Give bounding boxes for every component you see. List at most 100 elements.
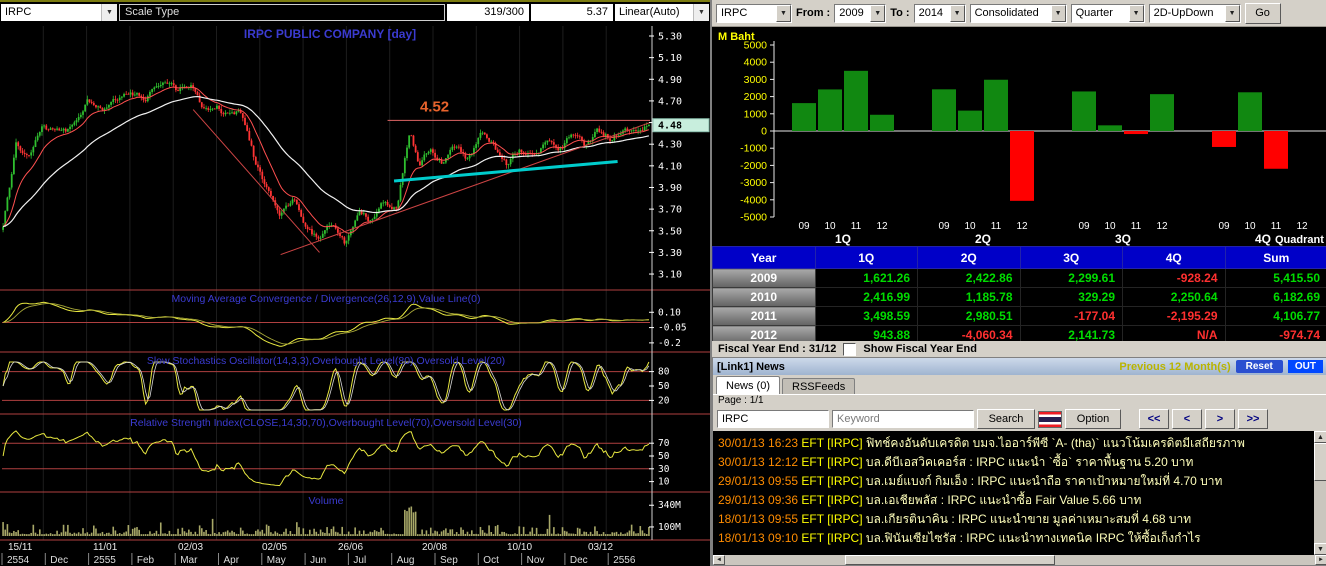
- scale-mode-combo[interactable]: Linear(Auto) ▼: [615, 3, 709, 21]
- financials-toolbar: IRPC ▼ From : 2009 ▼ To : 2014 ▼ Consoli…: [712, 0, 1326, 27]
- macd-label: Moving Average Convergence / Divergence(…: [172, 293, 481, 305]
- svg-text:4.10: 4.10: [658, 161, 682, 172]
- prev-page-button[interactable]: <: [1172, 409, 1202, 429]
- consolidated-combo[interactable]: Consolidated ▼: [969, 3, 1067, 23]
- svg-text:50: 50: [658, 381, 670, 392]
- svg-text:70: 70: [658, 438, 670, 449]
- scale-type-label: Scale Type: [125, 6, 180, 18]
- svg-text:Nov: Nov: [527, 555, 545, 566]
- to-year-value: 2014: [918, 7, 944, 19]
- show-fiscal-year-checkbox[interactable]: [843, 342, 857, 356]
- year-cell[interactable]: 2009: [712, 268, 816, 288]
- fiscal-year-row: Fiscal Year End : 31/12 Show Fiscal Year…: [712, 341, 1326, 357]
- scroll-track-horizontal[interactable]: [725, 555, 1315, 565]
- value-cell: -928.24: [1122, 268, 1226, 288]
- last-page-button[interactable]: >>: [1238, 409, 1268, 429]
- svg-text:0.10: 0.10: [658, 307, 681, 318]
- from-year-combo[interactable]: 2009 ▼: [834, 3, 887, 23]
- tab-rssfeeds[interactable]: RSSFeeds: [782, 378, 856, 394]
- out-button[interactable]: OUT: [1287, 360, 1323, 373]
- view-combo[interactable]: 2D-UpDown ▼: [1148, 3, 1241, 23]
- news-item[interactable]: 18/01/13 09:55 EFT [IRPC] บล.เกียรตินาคิ…: [718, 510, 1311, 529]
- scroll-thumb-horizontal[interactable]: [845, 555, 1055, 565]
- svg-text:1Q: 1Q: [835, 232, 851, 246]
- svg-text:10: 10: [964, 221, 976, 232]
- news-item[interactable]: 29/01/13 09:55 EFT [IRPC] บล.เมย์แบงก์ ก…: [718, 472, 1311, 491]
- scale-value-box: 5.37: [531, 3, 613, 21]
- svg-text:Apr: Apr: [224, 555, 240, 566]
- scroll-thumb-vertical[interactable]: [1314, 443, 1326, 481]
- scroll-down-icon[interactable]: ▼: [1314, 543, 1326, 555]
- scroll-right-icon[interactable]: ►: [1315, 555, 1326, 565]
- quarterly-results-table: Year 1Q 2Q 3Q 4Q Sum 2009 1,621.26 2,422.86 2,299…: [712, 246, 1326, 345]
- period-combo[interactable]: Quarter ▼: [1070, 3, 1145, 23]
- svg-text:Aug: Aug: [397, 555, 415, 566]
- svg-text:03/12: 03/12: [588, 542, 613, 553]
- thai-flag-icon[interactable]: [1038, 410, 1062, 428]
- tab-news[interactable]: News (0): [716, 376, 781, 394]
- news-item-datetime: 30/01/13 12:12: [718, 455, 802, 469]
- svg-text:3.50: 3.50: [658, 226, 682, 237]
- svg-text:10: 10: [824, 221, 836, 232]
- quarterly-bar-chart-canvas[interactable]: 500040003000200010000-1000-2000-3000-400…: [712, 27, 1326, 246]
- go-button[interactable]: Go: [1244, 2, 1281, 24]
- svg-text:100M: 100M: [658, 522, 681, 533]
- news-item[interactable]: 30/01/13 12:12 EFT [IRPC] บล.ดีบีเอสวิคเ…: [718, 453, 1311, 472]
- option-button[interactable]: Option: [1065, 409, 1121, 429]
- price-chart-canvas[interactable]: 4.52 IRPC PUBLIC COMPANY [day] 5.30 5.10 4.9…: [0, 22, 710, 566]
- news-vertical-scrollbar[interactable]: ▲ ▼: [1314, 431, 1326, 555]
- financials-symbol-combo[interactable]: IRPC ▼: [716, 3, 792, 23]
- to-label: To :: [890, 7, 910, 19]
- chevron-down-icon: ▼: [949, 4, 965, 22]
- chevron-down-icon: ▼: [1128, 4, 1144, 22]
- svg-text:10/10: 10/10: [507, 542, 532, 553]
- svg-text:Jul: Jul: [353, 555, 366, 566]
- previous-months-link[interactable]: Previous 12 Month(s): [1119, 361, 1230, 373]
- to-year-combo[interactable]: 2014 ▼: [913, 3, 966, 23]
- show-fiscal-year-label: Show Fiscal Year End: [863, 343, 977, 355]
- search-button[interactable]: Search: [977, 409, 1035, 429]
- news-symbol-input[interactable]: [717, 410, 829, 428]
- news-item-datetime: 30/01/13 16:23: [718, 436, 802, 450]
- first-page-button[interactable]: <<: [1139, 409, 1169, 429]
- svg-text:2000: 2000: [744, 91, 768, 103]
- consolidated-value: Consolidated: [974, 7, 1039, 19]
- svg-text:12: 12: [1016, 221, 1028, 232]
- svg-text:2555: 2555: [94, 555, 117, 566]
- news-item[interactable]: 29/01/13 09:36 EFT [IRPC] บล.เอเชียพลัส …: [718, 491, 1311, 510]
- svg-text:15/11: 15/11: [8, 542, 33, 553]
- news-item-text: บล.ฟินันเซียไซรัส : IRPC แนะนำทางเทคนิค …: [865, 531, 1201, 545]
- next-page-button[interactable]: >: [1205, 409, 1235, 429]
- value-cell: 6,182.69: [1224, 287, 1326, 307]
- year-cell[interactable]: 2010: [712, 287, 816, 307]
- reset-button[interactable]: Reset: [1235, 360, 1283, 373]
- svg-text:20/08: 20/08: [422, 542, 447, 553]
- svg-text:3000: 3000: [744, 74, 768, 86]
- svg-text:Sep: Sep: [440, 555, 458, 566]
- bar-count-box: 319/300: [447, 3, 529, 21]
- scroll-track-vertical[interactable]: [1314, 443, 1326, 543]
- news-horizontal-scrollbar[interactable]: ◄ ►: [713, 555, 1326, 565]
- chart-title: IRPC PUBLIC COMPANY [day]: [244, 27, 416, 41]
- chart-toolbar: IRPC ▼ Scale Type 319/300 5.37 Linear(Au…: [0, 0, 710, 22]
- svg-text:3Q: 3Q: [1115, 232, 1131, 246]
- chevron-down-icon: ▼: [693, 3, 709, 21]
- year-cell[interactable]: 2011: [712, 306, 816, 326]
- svg-text:-0.05: -0.05: [658, 323, 687, 334]
- svg-text:09: 09: [1218, 221, 1230, 232]
- keyword-input[interactable]: [832, 410, 974, 428]
- financials-news-panel: IRPC ▼ From : 2009 ▼ To : 2014 ▼ Consoli…: [710, 0, 1326, 566]
- news-item[interactable]: 18/01/13 09:10 EFT [IRPC] บล.ฟินันเซียไซ…: [718, 529, 1311, 548]
- table-header-year: Year: [712, 246, 816, 269]
- value-cell: 1,621.26: [814, 268, 918, 288]
- scroll-left-icon[interactable]: ◄: [713, 555, 725, 565]
- quadrant-label: Quadrant: [1275, 234, 1324, 246]
- chevron-down-icon: ▼: [870, 4, 886, 22]
- scroll-up-icon[interactable]: ▲: [1314, 431, 1326, 443]
- svg-text:02/03: 02/03: [178, 542, 203, 553]
- symbol-combo[interactable]: IRPC ▼: [1, 3, 117, 21]
- svg-text:26/06: 26/06: [338, 542, 363, 553]
- news-item-text: บล.เกียรตินาคิน : IRPC แนะนำขาย มูลค่าเห…: [865, 512, 1192, 526]
- svg-text:80: 80: [658, 367, 670, 378]
- news-item[interactable]: 30/01/13 16:23 EFT [IRPC] ฟิทช์คงอันดับเ…: [718, 434, 1311, 453]
